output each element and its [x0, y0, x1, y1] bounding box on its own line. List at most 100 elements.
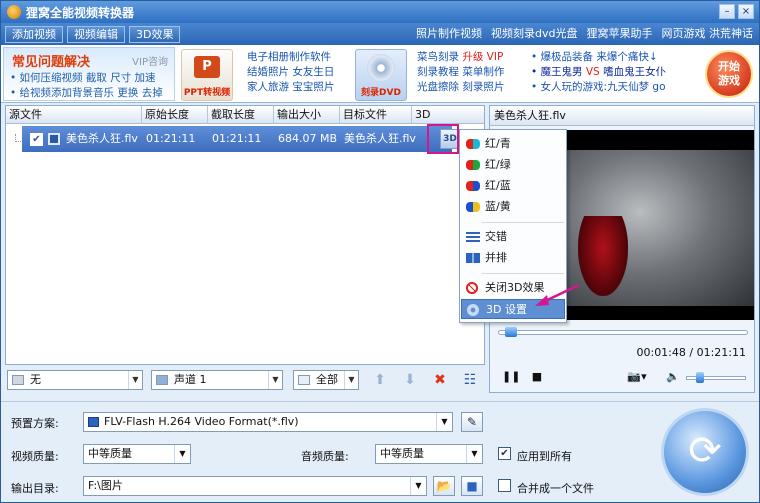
convert-button[interactable]: ⟳	[661, 408, 749, 496]
stop-icon[interactable]: ■	[530, 370, 544, 384]
volume-icon[interactable]: 🔈	[666, 370, 680, 384]
minimize-button[interactable]: –	[719, 4, 735, 19]
game-link-1[interactable]: • 爆极品装备 来爆个痛快↓	[531, 50, 666, 65]
link-photo-video[interactable]: 照片制作视频	[416, 26, 482, 42]
output-dir-select[interactable]: F:\图片 ▼	[83, 476, 427, 496]
browse-folder-icon[interactable]: 📂	[433, 476, 455, 496]
link-dvd-burn[interactable]: 视频刻录dvd光盘	[491, 26, 577, 42]
app-logo-icon	[7, 5, 21, 19]
disc-icon	[367, 54, 395, 82]
delete-icon[interactable]: ✖	[431, 371, 449, 389]
snapshot-icon[interactable]: 📷▾	[624, 370, 650, 384]
game-link-2b[interactable]: 嗜血鬼王女仆	[603, 66, 666, 78]
subtitle-select[interactable]: 无 ▼	[7, 370, 143, 390]
col-target-file[interactable]: 目标文件	[340, 106, 412, 124]
photo-link-2[interactable]: 结婚照片 女友生日	[247, 65, 334, 80]
faq-panel: 常见问题解决 VIP咨询 • 如何压缩视频 截取 尺寸 加速 • 给视频添加背景…	[3, 47, 175, 101]
col-output-size[interactable]: 输出大小	[274, 106, 340, 124]
link-web-game[interactable]: 网页游戏 洪荒神话	[662, 26, 754, 42]
video-scene	[578, 216, 628, 296]
menu-item-interlaced[interactable]: 交错	[461, 227, 565, 247]
range-select[interactable]: 全部 ▼	[293, 370, 359, 390]
col-source[interactable]: 源文件	[6, 106, 142, 124]
cell-target-file: 美色杀人狂.flv	[344, 132, 416, 145]
ppt-ad-image[interactable]: P PPT转视频	[181, 49, 233, 101]
anaglyph-glasses-icon	[466, 160, 480, 170]
faq-row-1[interactable]: • 如何压缩视频 截取 尺寸 加速	[10, 70, 156, 85]
faq-row-2[interactable]: • 给视频添加背景音乐 更换 去掉	[10, 85, 163, 100]
menu-separator	[482, 273, 564, 274]
seek-bar[interactable]	[498, 330, 748, 335]
photo-link-3[interactable]: 家人旅游 宝宝照片	[247, 80, 334, 95]
chevron-down-icon: ▼	[436, 413, 452, 431]
interlaced-icon	[466, 232, 480, 242]
game-vs: VS	[585, 66, 600, 78]
settings-panel: 预置方案: FLV-Flash H.264 Video Format(*.flv…	[1, 401, 759, 502]
dvd-link-1[interactable]: 菜鸟刻录	[417, 51, 459, 63]
open-folder-icon[interactable]: ■	[461, 476, 483, 496]
chevron-down-icon: ▼	[128, 371, 142, 389]
vip-consult-link[interactable]: VIP咨询	[132, 53, 168, 68]
edit-video-button[interactable]: 视频编辑	[67, 25, 125, 43]
video-quality-label: 视频质量:	[11, 450, 59, 463]
video-quality-value: 中等质量	[88, 447, 132, 460]
seek-handle[interactable]	[505, 327, 518, 337]
dvd-ad-image[interactable]: 刻录DVD	[355, 49, 407, 101]
add-video-button[interactable]: 添加视频	[5, 25, 63, 43]
start-game-button[interactable]: 开始 游戏	[705, 50, 753, 98]
menu-item-label: 红/蓝	[485, 179, 511, 192]
video-quality-select[interactable]: 中等质量 ▼	[83, 444, 191, 464]
link-apple-helper[interactable]: 狸窝苹果助手	[587, 26, 653, 42]
col-cut-length[interactable]: 截取长度	[208, 106, 274, 124]
upgrade-vip-link[interactable]: 升级 VIP	[462, 51, 503, 63]
film-icon	[48, 133, 60, 145]
app-window: 狸窝全能视频转换器 – × 添加视频 视频编辑 3D效果 照片制作视频 视频刻录…	[0, 0, 760, 503]
3d-effect-button[interactable]: 3D效果	[129, 25, 181, 43]
apply-all-checkbox[interactable]: ✔	[498, 447, 511, 460]
col-3d[interactable]: 3D	[412, 106, 484, 124]
audio-track-select[interactable]: 声道 1 ▼	[151, 370, 283, 390]
highlight-box	[427, 124, 459, 154]
menu-item-label: 蓝/黄	[485, 200, 511, 213]
clear-list-icon[interactable]: ☷	[461, 371, 479, 389]
faq-title: 常见问题解决	[12, 55, 91, 70]
window-controls: – ×	[719, 4, 754, 19]
table-row[interactable]: ✔ 美色杀人狂.flv 01:21:11 01:21:11 684.07 MB …	[22, 126, 452, 152]
audio-quality-select[interactable]: 中等质量 ▼	[375, 444, 483, 464]
chevron-down-icon: ▼	[174, 445, 190, 463]
game-link-3[interactable]: • 女人玩的游戏:九天仙梦 go	[531, 80, 666, 95]
menu-item-side-by-side[interactable]: 并排	[461, 248, 565, 268]
file-list: 源文件 原始长度 截取长度 输出大小 目标文件 3D ✔ 美色杀人狂.flv 0…	[5, 105, 485, 365]
col-orig-length[interactable]: 原始长度	[142, 106, 208, 124]
dvd-links: 菜鸟刻录 升级 VIP 刻录教程 菜单制作 光盘擦除 刻录照片	[417, 50, 504, 95]
game-link-2a[interactable]: • 魔王鬼男	[531, 66, 583, 78]
subtitle-icon	[12, 375, 24, 385]
row-checkbox[interactable]: ✔	[30, 133, 43, 146]
game-links: • 爆极品装备 来爆个痛快↓ • 魔王鬼男 VS 嗜血鬼王女仆 • 女人玩的游戏…	[531, 50, 666, 95]
disable-icon	[466, 282, 478, 294]
merge-checkbox[interactable]	[498, 479, 511, 492]
cell-orig-length: 01:21:11	[146, 132, 196, 145]
format-icon	[88, 417, 99, 427]
move-up-icon[interactable]: ⬆	[371, 371, 389, 389]
volume-slider[interactable]	[686, 376, 746, 380]
chevron-down-icon: ▼	[466, 445, 482, 463]
menu-item-red-blue[interactable]: 红/蓝	[461, 176, 565, 196]
dvd-link-2[interactable]: 刻录教程 菜单制作	[417, 65, 504, 80]
menu-item-label: 并排	[485, 251, 507, 264]
menu-item-blue-yellow[interactable]: 蓝/黄	[461, 197, 565, 217]
menu-links: 照片制作视频 视频刻录dvd光盘 狸窝苹果助手 网页游戏 洪荒神话	[416, 26, 753, 42]
close-button[interactable]: ×	[738, 4, 754, 19]
volume-handle[interactable]	[696, 372, 705, 383]
preset-settings-button[interactable]: ✎	[461, 412, 483, 432]
menu-item-red-cyan[interactable]: 红/青	[461, 134, 565, 154]
pause-icon[interactable]: ❚❚	[502, 370, 520, 384]
preset-select[interactable]: FLV-Flash H.264 Video Format(*.flv) ▼	[83, 412, 453, 432]
dvd-link-3[interactable]: 光盘擦除 刻录照片	[417, 80, 504, 95]
move-down-icon[interactable]: ⬇	[401, 371, 419, 389]
preview-filename: 美色杀人狂.flv	[490, 106, 754, 126]
menu-item-red-green[interactable]: 红/绿	[461, 155, 565, 175]
photo-link-1[interactable]: 电子相册制作软件	[247, 50, 334, 65]
audio-track-value: 声道 1	[174, 373, 207, 386]
photo-album-links: 电子相册制作软件 结婚照片 女友生日 家人旅游 宝宝照片	[247, 50, 334, 95]
